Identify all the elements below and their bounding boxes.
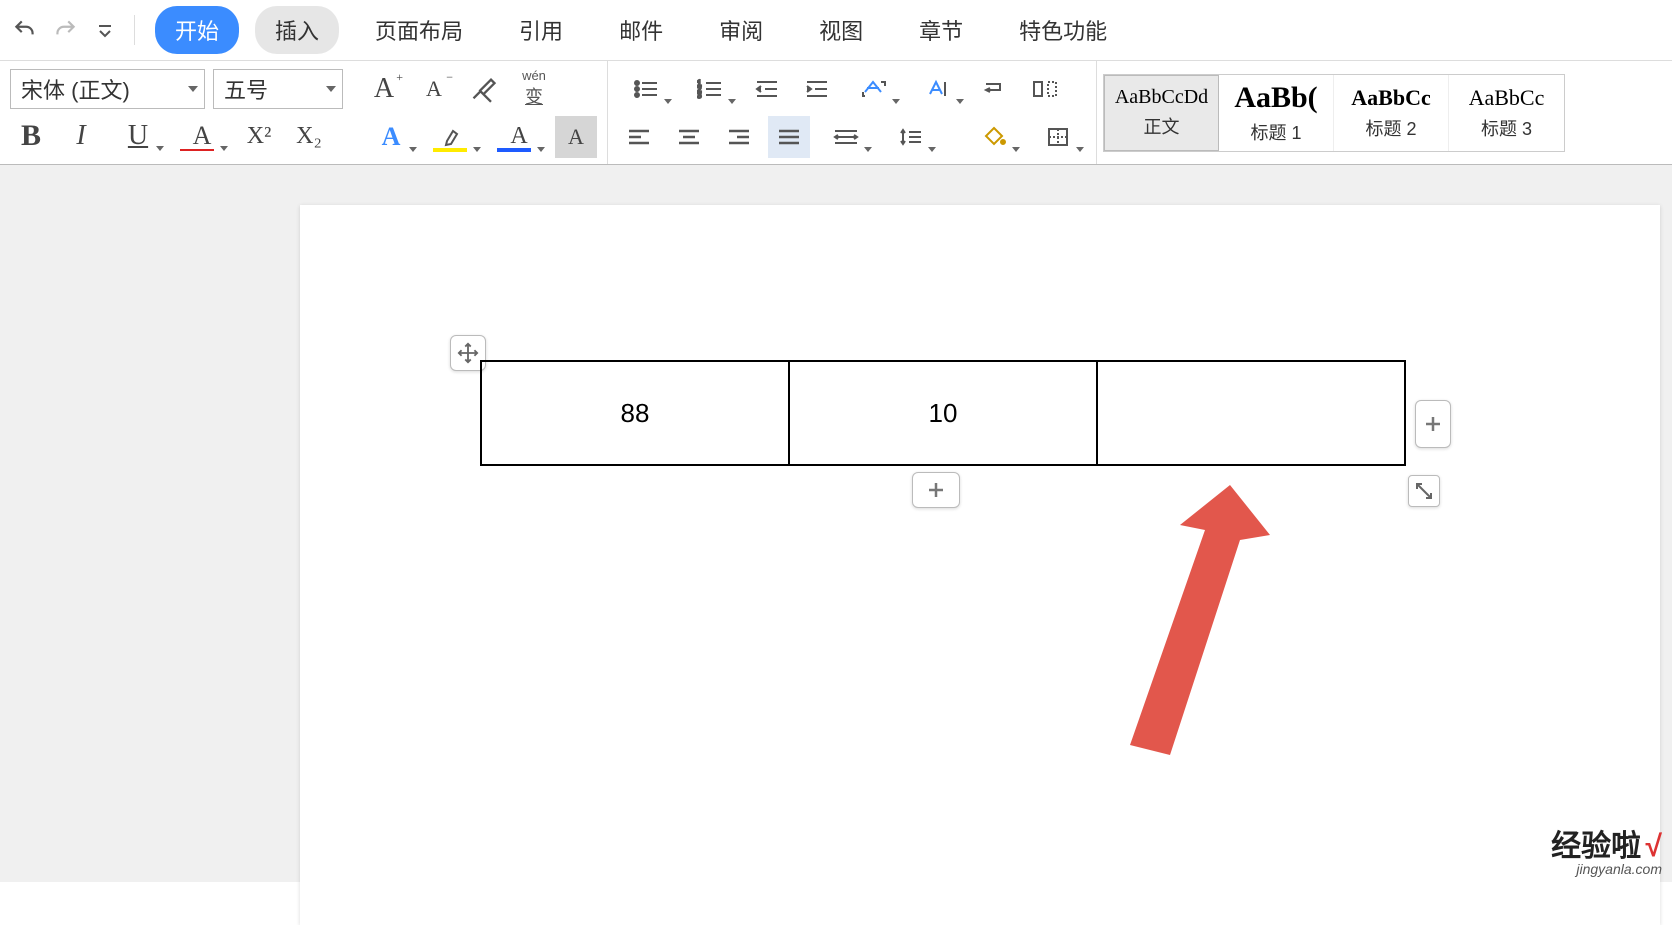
table-cell[interactable]: [1097, 361, 1405, 465]
font-effects-group: A+ A− wén 变 A: [353, 61, 607, 164]
style-item-1[interactable]: AaBb( 标题 1: [1219, 75, 1334, 151]
highlight-button[interactable]: [427, 116, 483, 158]
text-direction-button[interactable]: [846, 68, 902, 110]
style-name: 正文: [1144, 113, 1180, 139]
emphasis-button[interactable]: A: [174, 115, 230, 157]
font-group: 宋体 (正文) 五号 B I U A X² X₂: [0, 61, 353, 164]
font-color-button[interactable]: A: [491, 116, 547, 158]
subscript-button[interactable]: X₂: [288, 115, 330, 157]
style-item-3[interactable]: AaBbCc 标题 3: [1449, 75, 1564, 151]
font-name-select[interactable]: 宋体 (正文): [10, 69, 205, 109]
redo-button[interactable]: [48, 13, 82, 47]
superscript-button[interactable]: X²: [238, 115, 280, 157]
chevron-down-icon: [188, 86, 198, 92]
borders-button[interactable]: [1030, 116, 1086, 158]
tab-4[interactable]: 邮件: [599, 6, 683, 54]
style-name: 标题 2: [1365, 115, 1416, 141]
tab-0[interactable]: 开始: [155, 6, 239, 54]
table-cell[interactable]: 10: [789, 361, 1097, 465]
table-resize-handle[interactable]: [1408, 475, 1440, 507]
watermark: 经验啦 √ jingyanla.com: [1551, 832, 1662, 876]
style-name: 标题 3: [1481, 115, 1532, 141]
shading-button[interactable]: [966, 116, 1022, 158]
char-spacing-button[interactable]: [1024, 68, 1066, 110]
underline-label: U: [128, 120, 148, 152]
tab-7[interactable]: 章节: [899, 6, 983, 54]
watermark-url: jingyanla.com: [1551, 862, 1662, 876]
phonetic-pinyin: wén: [522, 68, 546, 83]
style-preview: AaBbCc: [1469, 85, 1545, 111]
numbering-button[interactable]: 123: [682, 68, 738, 110]
phonetic-guide-button[interactable]: wén 变: [513, 68, 555, 110]
char-shading-button[interactable]: A: [555, 116, 597, 158]
font-size-select[interactable]: 五号: [213, 69, 343, 109]
style-item-0[interactable]: AaBbCcDd 正文: [1104, 75, 1219, 151]
increase-indent-button[interactable]: [796, 68, 838, 110]
text-effects-button[interactable]: A: [363, 116, 419, 158]
bullets-button[interactable]: [618, 68, 674, 110]
align-justify-button[interactable]: [768, 116, 810, 158]
document-page[interactable]: 88 10: [300, 205, 1660, 925]
quick-access-dropdown[interactable]: [88, 13, 122, 47]
paragraph-group: 123: [608, 61, 1096, 164]
shrink-font-label: A: [426, 76, 442, 102]
tab-3[interactable]: 引用: [499, 6, 583, 54]
table-row[interactable]: 88 10: [481, 361, 1405, 465]
undo-button[interactable]: [8, 13, 42, 47]
asian-layout-button[interactable]: [910, 68, 966, 110]
add-column-button[interactable]: [1415, 400, 1451, 448]
grow-font-label: A: [374, 73, 394, 105]
tab-8[interactable]: 特色功能: [999, 6, 1127, 54]
watermark-text: 经验啦: [1551, 830, 1641, 863]
tab-2[interactable]: 页面布局: [355, 6, 483, 54]
chevron-down-icon: [326, 86, 336, 92]
style-preview: AaBb(: [1234, 81, 1317, 115]
style-name: 标题 1: [1250, 119, 1301, 145]
ribbon: 宋体 (正文) 五号 B I U A X² X₂: [0, 60, 1672, 165]
table-cell[interactable]: 88: [481, 361, 789, 465]
clear-format-button[interactable]: [463, 68, 505, 110]
line-break-button[interactable]: [974, 68, 1016, 110]
decrease-indent-button[interactable]: [746, 68, 788, 110]
line-spacing-button[interactable]: [882, 116, 938, 158]
style-preview: AaBbCcDd: [1115, 86, 1208, 109]
phonetic-char: 变: [525, 83, 543, 109]
menu-separator: [134, 15, 135, 45]
add-row-button[interactable]: [912, 472, 960, 508]
annotation-arrow: [1060, 485, 1280, 765]
tab-5[interactable]: 审阅: [699, 6, 783, 54]
shrink-font-button[interactable]: A−: [413, 68, 455, 110]
document-area: 88 10: [0, 165, 1672, 882]
styles-group: AaBbCcDd 正文 AaBb( 标题 1 AaBbCc 标题 2 AaBbCc 标题 3: [1097, 61, 1571, 164]
align-right-button[interactable]: [718, 116, 760, 158]
styles-gallery: AaBbCcDd 正文 AaBb( 标题 1 AaBbCc 标题 2 AaBbCc 标题 3: [1103, 74, 1565, 152]
align-center-button[interactable]: [668, 116, 710, 158]
italic-button[interactable]: I: [60, 115, 102, 157]
tab-1[interactable]: 插入: [255, 6, 339, 54]
watermark-check-icon: √: [1646, 830, 1662, 863]
style-preview: AaBbCc: [1351, 85, 1430, 111]
bold-button[interactable]: B: [10, 115, 52, 157]
font-size-value: 五号: [224, 73, 268, 105]
document-table[interactable]: 88 10: [480, 360, 1406, 466]
svg-text:3: 3: [697, 91, 702, 100]
menu-bar: 开始插入页面布局引用邮件审阅视图章节特色功能: [0, 0, 1672, 60]
font-name-value: 宋体 (正文): [21, 73, 130, 105]
emphasis-label: A: [193, 121, 212, 151]
tab-6[interactable]: 视图: [799, 6, 883, 54]
style-item-2[interactable]: AaBbCc 标题 2: [1334, 75, 1449, 151]
underline-button[interactable]: U: [110, 115, 166, 157]
align-left-button[interactable]: [618, 116, 660, 158]
grow-font-button[interactable]: A+: [363, 68, 405, 110]
distribute-text-button[interactable]: [818, 116, 874, 158]
